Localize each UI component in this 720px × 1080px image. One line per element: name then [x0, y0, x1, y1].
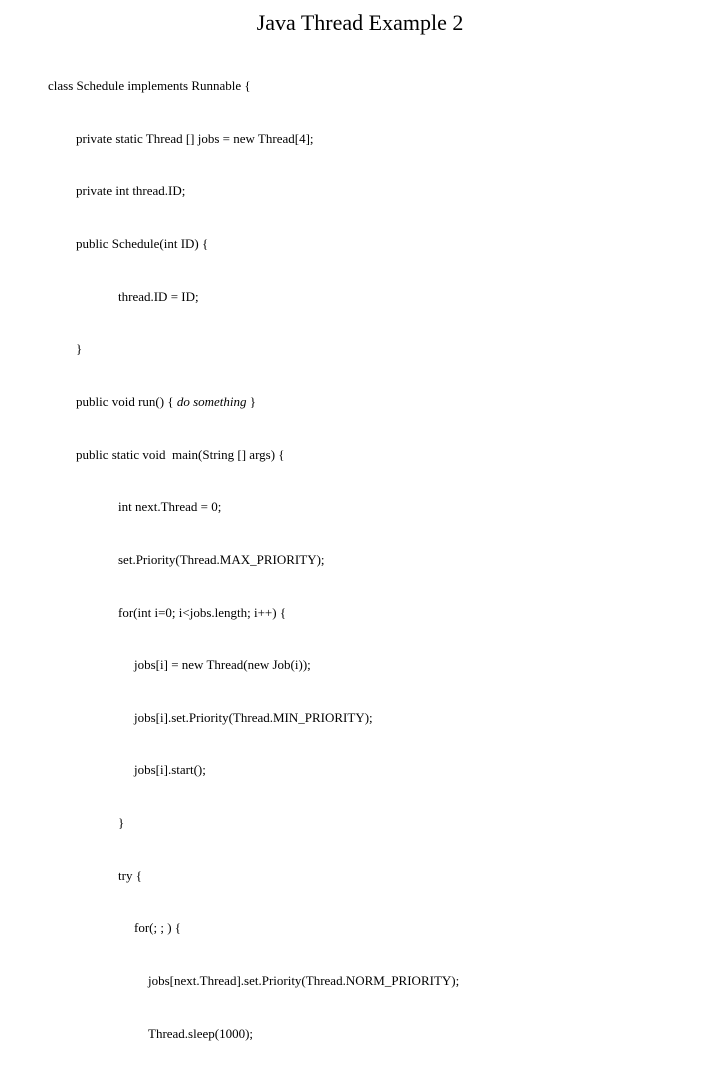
code-line: try { [48, 867, 672, 885]
code-line: public void run() { do something } [48, 393, 672, 411]
code-line: } [48, 814, 672, 832]
code-line: jobs[i].start(); [48, 761, 672, 779]
code-italic: do something [177, 394, 247, 409]
code-line: private static Thread [] jobs = new Thre… [48, 130, 672, 148]
code-line: class Schedule implements Runnable { [48, 77, 672, 95]
code-line: } [48, 340, 672, 358]
slide-title: Java Thread Example 2 [48, 10, 672, 36]
code-block: class Schedule implements Runnable { pri… [48, 42, 672, 1080]
code-line: jobs[i] = new Thread(new Job(i)); [48, 656, 672, 674]
code-text: } [247, 394, 257, 409]
code-line: jobs[next.Thread].set.Priority(Thread.NO… [48, 972, 672, 990]
code-line: jobs[i].set.Priority(Thread.MIN_PRIORITY… [48, 709, 672, 727]
code-line: for(int i=0; i<jobs.length; i++) { [48, 604, 672, 622]
code-line: set.Priority(Thread.MAX_PRIORITY); [48, 551, 672, 569]
code-line: for(; ; ) { [48, 919, 672, 937]
code-line: jobs[next.Thread].set.Priority(Thread.MI… [48, 1077, 672, 1080]
code-line: public Schedule(int ID) { [48, 235, 672, 253]
code-line: public static void main(String [] args) … [48, 446, 672, 464]
code-line: private int thread.ID; [48, 182, 672, 200]
code-line: Thread.sleep(1000); [48, 1025, 672, 1043]
code-line: int next.Thread = 0; [48, 498, 672, 516]
code-line: thread.ID = ID; [48, 288, 672, 306]
code-text: public void run() { [76, 394, 177, 409]
